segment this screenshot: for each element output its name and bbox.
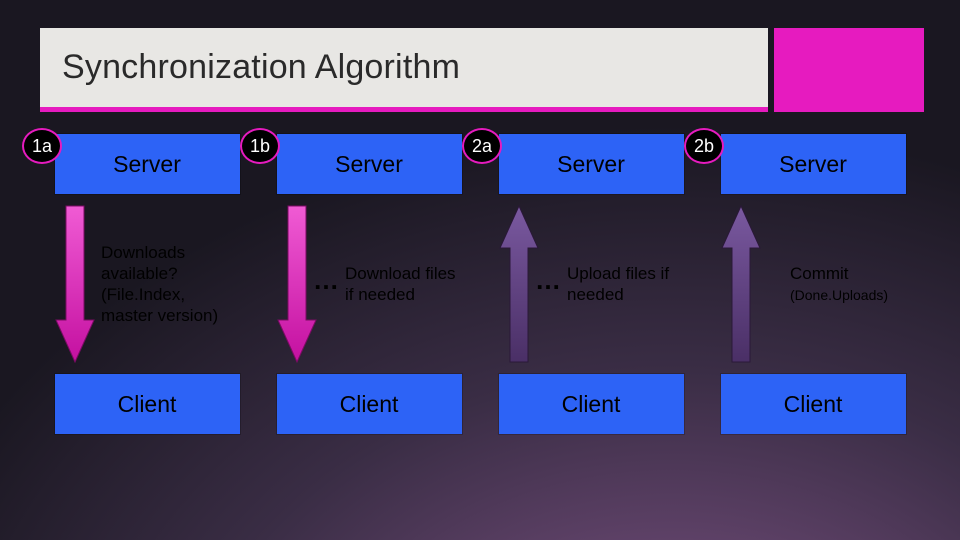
client-box: Client xyxy=(721,374,906,434)
server-box: Server xyxy=(55,134,240,194)
step-middle: Downloads available? (File.Index, master… xyxy=(36,194,258,374)
server-box: Server xyxy=(277,134,462,194)
server-box: Server xyxy=(721,134,906,194)
step-badge: 2b xyxy=(684,128,724,164)
title-box: Synchronization Algorithm xyxy=(40,28,768,112)
step-badge: 2a xyxy=(462,128,502,164)
step-message-main: Commit xyxy=(790,264,849,283)
arrow-down-icon xyxy=(276,202,318,366)
slide: Synchronization Algorithm 1a Server Down… xyxy=(0,0,960,540)
step-middle: … Download files if needed xyxy=(258,194,480,374)
column-2a: 2a Server … Upload files if needed Clien… xyxy=(480,134,702,434)
diagram-columns: 1a Server Downloads available? (File.Ind… xyxy=(36,134,924,434)
step-message-sub: (Done.Uploads) xyxy=(790,287,888,303)
step-middle: Commit (Done.Uploads) xyxy=(702,194,924,374)
column-1a: 1a Server Downloads available? (File.Ind… xyxy=(36,134,258,434)
client-box: Client xyxy=(277,374,462,434)
slide-title: Synchronization Algorithm xyxy=(62,48,460,87)
arrow-down-icon xyxy=(54,202,96,366)
title-bar: Synchronization Algorithm xyxy=(40,28,924,112)
client-box: Client xyxy=(55,374,240,434)
step-message: Commit (Done.Uploads) xyxy=(790,263,888,306)
accent-box xyxy=(774,28,924,112)
step-message: Downloads available? (File.Index, master… xyxy=(101,242,241,327)
step-badge: 1a xyxy=(22,128,62,164)
column-1b: 1b Server … Download files if needed Cli… xyxy=(258,134,480,434)
step-message: Download files if needed xyxy=(345,263,465,306)
arrow-up-icon xyxy=(720,202,762,366)
column-2b: 2b Server Commit (Done.Uploads) xyxy=(702,134,924,434)
arrow-up-icon xyxy=(498,202,540,366)
server-box: Server xyxy=(499,134,684,194)
step-badge: 1b xyxy=(240,128,280,164)
step-middle: … Upload files if needed xyxy=(480,194,702,374)
step-message: Upload files if needed xyxy=(567,263,687,306)
client-box: Client xyxy=(499,374,684,434)
